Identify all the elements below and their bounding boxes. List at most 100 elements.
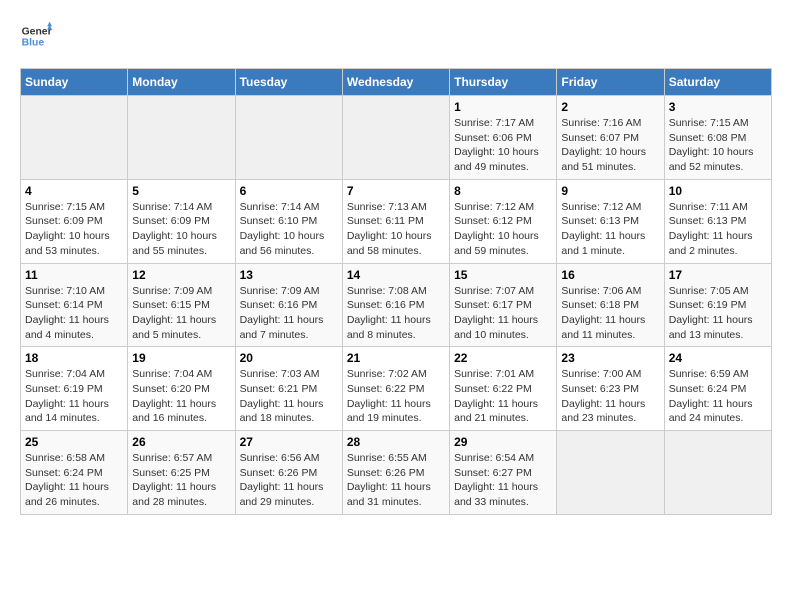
weekday-header-thursday: Thursday (450, 69, 557, 96)
day-info: Sunrise: 7:07 AMSunset: 6:17 PMDaylight:… (454, 284, 552, 343)
day-info: Sunrise: 7:15 AMSunset: 6:08 PMDaylight:… (669, 116, 767, 175)
day-number: 18 (25, 351, 123, 365)
day-number: 6 (240, 184, 338, 198)
day-number: 5 (132, 184, 230, 198)
day-info: Sunrise: 7:05 AMSunset: 6:19 PMDaylight:… (669, 284, 767, 343)
day-number: 26 (132, 435, 230, 449)
day-info: Sunrise: 6:56 AMSunset: 6:26 PMDaylight:… (240, 451, 338, 510)
calendar-cell (235, 96, 342, 180)
day-number: 28 (347, 435, 445, 449)
calendar-cell: 18Sunrise: 7:04 AMSunset: 6:19 PMDayligh… (21, 347, 128, 431)
day-info: Sunrise: 7:03 AMSunset: 6:21 PMDaylight:… (240, 367, 338, 426)
calendar-cell (557, 431, 664, 515)
day-number: 7 (347, 184, 445, 198)
calendar-cell: 25 Sunrise: 6:58 AMSunset: 6:24 PMDayligh… (21, 431, 128, 515)
calendar-cell: 19 Sunrise: 7:04 AMSunset: 6:20 PMDayligh… (128, 347, 235, 431)
day-info: Sunrise: 7:14 AMSunset: 6:09 PMDaylight:… (132, 200, 230, 259)
day-info: Sunrise: 7:13 AMSunset: 6:11 PMDaylight:… (347, 200, 445, 259)
calendar-cell: 12Sunrise: 7:09 AMSunset: 6:15 PMDayligh… (128, 263, 235, 347)
svg-text:Blue: Blue (22, 38, 45, 49)
day-number: 29 (454, 435, 552, 449)
calendar-cell: 15 Sunrise: 7:07 AMSunset: 6:17 PMDayligh… (450, 263, 557, 347)
day-number: 8 (454, 184, 552, 198)
calendar-week-1: 1 Sunrise: 7:17 AMSunset: 6:06 PMDaylight… (21, 96, 772, 180)
day-number: 23 (561, 351, 659, 365)
calendar-cell: 4Sunrise: 7:15 AMSunset: 6:09 PMDaylight… (21, 179, 128, 263)
day-number: 16 (561, 268, 659, 282)
calendar-cell: 10 Sunrise: 7:11 AMSunset: 6:13 PMDayligh… (664, 179, 771, 263)
day-number: 17 (669, 268, 767, 282)
day-info: Sunrise: 7:06 AMSunset: 6:18 PMDaylight:… (561, 284, 659, 343)
calendar-cell: 13Sunrise: 7:09 AMSunset: 6:16 PMDayligh… (235, 263, 342, 347)
calendar-cell: 27 Sunrise: 6:56 AMSunset: 6:26 PMDayligh… (235, 431, 342, 515)
day-info: Sunrise: 6:59 AMSunset: 6:24 PMDaylight:… (669, 367, 767, 426)
calendar-cell: 3 Sunrise: 7:15 AMSunset: 6:08 PMDaylight… (664, 96, 771, 180)
weekday-header-sunday: Sunday (21, 69, 128, 96)
day-info: Sunrise: 7:04 AMSunset: 6:20 PMDaylight:… (132, 367, 230, 426)
calendar-cell: 8 Sunrise: 7:12 AMSunset: 6:12 PMDaylight… (450, 179, 557, 263)
calendar-cell: 21Sunrise: 7:02 AMSunset: 6:22 PMDayligh… (342, 347, 449, 431)
day-info: Sunrise: 6:57 AMSunset: 6:25 PMDaylight:… (132, 451, 230, 510)
weekday-header-saturday: Saturday (664, 69, 771, 96)
calendar-cell: 20 Sunrise: 7:03 AMSunset: 6:21 PMDayligh… (235, 347, 342, 431)
day-info: Sunrise: 7:12 AMSunset: 6:13 PMDaylight:… (561, 200, 659, 259)
day-number: 24 (669, 351, 767, 365)
day-info: Sunrise: 6:58 AMSunset: 6:24 PMDaylight:… (25, 451, 123, 510)
day-info: Sunrise: 7:14 AMSunset: 6:10 PMDaylight:… (240, 200, 338, 259)
day-info: Sunrise: 7:10 AMSunset: 6:14 PMDaylight:… (25, 284, 123, 343)
day-info: Sunrise: 7:17 AMSunset: 6:06 PMDaylight:… (454, 116, 552, 175)
calendar-week-2: 4Sunrise: 7:15 AMSunset: 6:09 PMDaylight… (21, 179, 772, 263)
calendar-cell: 23 Sunrise: 7:00 AMSunset: 6:23 PMDayligh… (557, 347, 664, 431)
calendar-cell (21, 96, 128, 180)
day-info: Sunrise: 7:08 AMSunset: 6:16 PMDaylight:… (347, 284, 445, 343)
calendar-cell (342, 96, 449, 180)
calendar-cell: 9Sunrise: 7:12 AMSunset: 6:13 PMDaylight… (557, 179, 664, 263)
weekday-header-row: SundayMondayTuesdayWednesdayThursdayFrid… (21, 69, 772, 96)
day-info: Sunrise: 7:00 AMSunset: 6:23 PMDaylight:… (561, 367, 659, 426)
day-number: 2 (561, 100, 659, 114)
day-info: Sunrise: 7:16 AMSunset: 6:07 PMDaylight:… (561, 116, 659, 175)
day-number: 11 (25, 268, 123, 282)
day-number: 19 (132, 351, 230, 365)
day-info: Sunrise: 7:02 AMSunset: 6:22 PMDaylight:… (347, 367, 445, 426)
day-info: Sunrise: 7:15 AMSunset: 6:09 PMDaylight:… (25, 200, 123, 259)
day-number: 3 (669, 100, 767, 114)
calendar-cell (128, 96, 235, 180)
day-number: 20 (240, 351, 338, 365)
calendar-cell: 24 Sunrise: 6:59 AMSunset: 6:24 PMDayligh… (664, 347, 771, 431)
calendar-cell: 16 Sunrise: 7:06 AMSunset: 6:18 PMDayligh… (557, 263, 664, 347)
logo: General Blue (20, 20, 56, 52)
calendar-cell: 1 Sunrise: 7:17 AMSunset: 6:06 PMDaylight… (450, 96, 557, 180)
calendar-cell: 14 Sunrise: 7:08 AMSunset: 6:16 PMDayligh… (342, 263, 449, 347)
calendar-week-4: 18Sunrise: 7:04 AMSunset: 6:19 PMDayligh… (21, 347, 772, 431)
day-info: Sunrise: 7:11 AMSunset: 6:13 PMDaylight:… (669, 200, 767, 259)
day-number: 15 (454, 268, 552, 282)
day-number: 14 (347, 268, 445, 282)
day-number: 10 (669, 184, 767, 198)
calendar-cell: 11 Sunrise: 7:10 AMSunset: 6:14 PMDayligh… (21, 263, 128, 347)
day-number: 12 (132, 268, 230, 282)
day-info: Sunrise: 7:01 AMSunset: 6:22 PMDaylight:… (454, 367, 552, 426)
calendar-week-3: 11 Sunrise: 7:10 AMSunset: 6:14 PMDayligh… (21, 263, 772, 347)
calendar-cell: 5 Sunrise: 7:14 AMSunset: 6:09 PMDaylight… (128, 179, 235, 263)
weekday-header-monday: Monday (128, 69, 235, 96)
weekday-header-friday: Friday (557, 69, 664, 96)
day-info: Sunrise: 7:12 AMSunset: 6:12 PMDaylight:… (454, 200, 552, 259)
calendar-cell: 29 Sunrise: 6:54 AMSunset: 6:27 PMDayligh… (450, 431, 557, 515)
calendar-cell: 22 Sunrise: 7:01 AMSunset: 6:22 PMDayligh… (450, 347, 557, 431)
calendar-cell: 2 Sunrise: 7:16 AMSunset: 6:07 PMDaylight… (557, 96, 664, 180)
day-number: 25 (25, 435, 123, 449)
weekday-header-tuesday: Tuesday (235, 69, 342, 96)
calendar-week-5: 25 Sunrise: 6:58 AMSunset: 6:24 PMDayligh… (21, 431, 772, 515)
day-info: Sunrise: 6:55 AMSunset: 6:26 PMDaylight:… (347, 451, 445, 510)
day-number: 27 (240, 435, 338, 449)
calendar-cell: 17 Sunrise: 7:05 AMSunset: 6:19 PMDayligh… (664, 263, 771, 347)
day-number: 1 (454, 100, 552, 114)
calendar-cell: 26 Sunrise: 6:57 AMSunset: 6:25 PMDayligh… (128, 431, 235, 515)
day-info: Sunrise: 7:09 AMSunset: 6:16 PMDaylight:… (240, 284, 338, 343)
day-number: 22 (454, 351, 552, 365)
logo-icon: General Blue (20, 20, 52, 52)
calendar-cell: 7 Sunrise: 7:13 AMSunset: 6:11 PMDaylight… (342, 179, 449, 263)
calendar-cell: 28 Sunrise: 6:55 AMSunset: 6:26 PMDayligh… (342, 431, 449, 515)
day-info: Sunrise: 6:54 AMSunset: 6:27 PMDaylight:… (454, 451, 552, 510)
